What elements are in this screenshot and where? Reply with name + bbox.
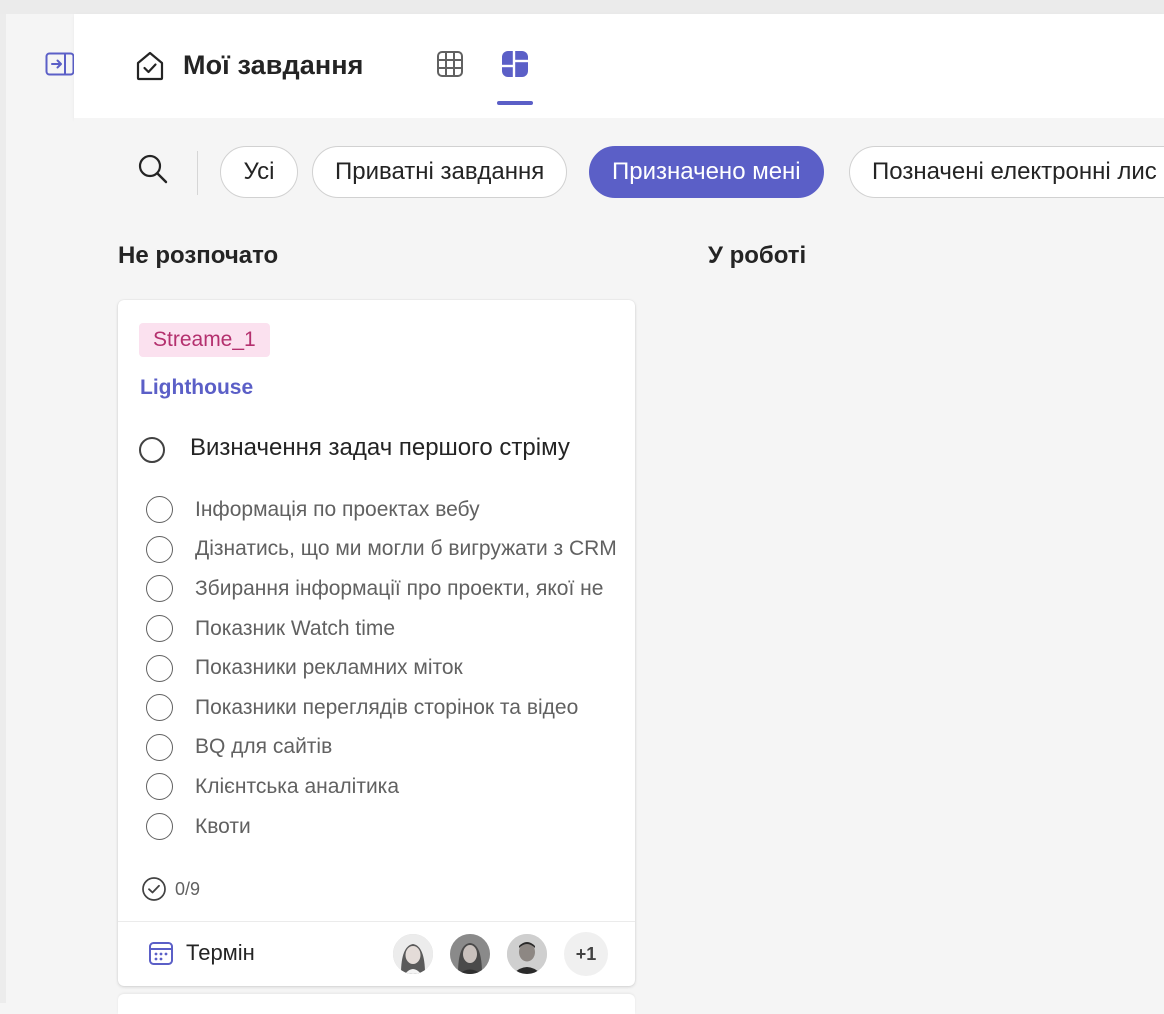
checklist-item: Показники рекламних міток xyxy=(146,648,616,688)
checklist-item-checkbox[interactable] xyxy=(146,615,173,643)
checklist-item-text: Дізнатись, що ми могли б вигружати з CRM xyxy=(195,537,616,561)
card-divider xyxy=(118,921,635,922)
progress-count: 0/9 xyxy=(175,878,201,899)
next-task-card[interactable] xyxy=(118,994,635,1014)
window-top-strip xyxy=(0,0,1164,14)
avatar[interactable] xyxy=(505,932,549,976)
more-assignees-badge[interactable]: +1 xyxy=(564,932,608,976)
checklist-progress: 0/9 xyxy=(141,876,200,902)
grid-view-icon[interactable] xyxy=(434,48,466,80)
task-label-tag: Streame_1 xyxy=(139,323,270,357)
checklist-item: Дізнатись, що ми могли б вигружати з CRM xyxy=(146,530,616,570)
home-check-icon xyxy=(132,48,168,84)
task-card[interactable]: Streame_1 Lighthouse Визначення задач пе… xyxy=(118,300,635,986)
checklist-item-checkbox[interactable] xyxy=(146,813,173,841)
checklist-item-checkbox[interactable] xyxy=(146,694,173,722)
search-icon[interactable] xyxy=(136,152,170,186)
due-date-button[interactable]: Термін xyxy=(148,940,255,966)
checklist: Інформація по проектах вебу Дізнатись, щ… xyxy=(146,490,616,846)
checklist-item: BQ для сайтів xyxy=(146,728,616,768)
checklist-item-checkbox[interactable] xyxy=(146,733,173,761)
checklist-item-text: Квоти xyxy=(195,814,251,838)
page-title: Мої завдання xyxy=(183,50,364,80)
checklist-item-checkbox[interactable] xyxy=(146,773,173,801)
task-row: Визначення задач першого стріму xyxy=(139,432,570,468)
checklist-item-text: Показники переглядів сторінок та відео xyxy=(195,695,579,719)
plan-link[interactable]: Lighthouse xyxy=(140,376,253,400)
check-circle-icon xyxy=(142,877,166,901)
task-title[interactable]: Визначення задач першого стріму xyxy=(190,434,570,462)
task-complete-checkbox[interactable] xyxy=(139,437,165,463)
checklist-item-text: Збирання інформації про проекти, якої не xyxy=(195,576,604,600)
checklist-item-text: Інформація по проектах вебу xyxy=(195,497,480,521)
checklist-item-text: BQ для сайтів xyxy=(195,735,333,759)
filter-chip-flagged-emails[interactable]: Позначені електронні лис xyxy=(849,146,1164,198)
filter-separator xyxy=(197,151,198,195)
checklist-item-checkbox[interactable] xyxy=(146,496,173,524)
active-view-indicator xyxy=(497,101,533,105)
board-view-icon[interactable] xyxy=(498,48,532,80)
checklist-item-checkbox[interactable] xyxy=(146,654,173,682)
checklist-item: Показники переглядів сторінок та відео xyxy=(146,688,616,728)
checklist-item: Збирання інформації про проекти, якої не xyxy=(146,569,616,609)
calendar-icon xyxy=(149,942,173,965)
avatar[interactable] xyxy=(448,932,492,976)
checklist-item: Квоти xyxy=(146,807,616,847)
column-title-not-started: Не розпочато xyxy=(118,242,279,269)
checklist-item: Показник Watch time xyxy=(146,609,616,649)
column-title-in-progress: У роботі xyxy=(708,242,807,269)
board-area: Усі Приватні завдання Призначено мені По… xyxy=(74,118,1164,1014)
filter-chip-assigned-to-me[interactable]: Призначено мені xyxy=(589,146,824,198)
checklist-item: Інформація по проектах вебу xyxy=(146,490,616,530)
filter-chip-all[interactable]: Усі xyxy=(220,146,298,198)
page-header: Мої завдання xyxy=(74,14,1164,119)
left-rail xyxy=(0,14,74,1003)
due-date-label: Термін xyxy=(186,940,255,965)
checklist-item-text: Клієнтська аналітика xyxy=(195,774,400,798)
panel-expand-icon[interactable] xyxy=(44,50,76,78)
checklist-item-text: Показник Watch time xyxy=(195,616,396,640)
checklist-item-checkbox[interactable] xyxy=(146,535,173,563)
checklist-item-text: Показники рекламних міток xyxy=(195,656,463,680)
filter-chip-private[interactable]: Приватні завдання xyxy=(312,146,568,198)
checklist-item: Клієнтська аналітика xyxy=(146,767,616,807)
avatar[interactable] xyxy=(391,932,435,976)
checklist-item-checkbox[interactable] xyxy=(146,575,173,603)
